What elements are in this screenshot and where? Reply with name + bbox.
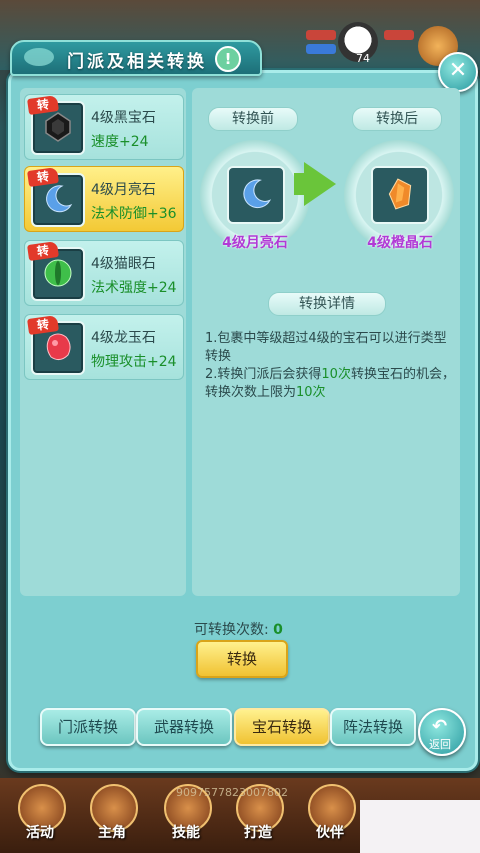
convert-count: 可转换次数: 0 <box>194 619 283 639</box>
close-button[interactable]: ✕ <box>438 52 478 92</box>
nav-label: 主角 <box>98 825 126 841</box>
convert-button[interactable]: 转换 <box>196 640 288 678</box>
hp-bar <box>306 30 336 40</box>
tab-sect-conversion[interactable]: 门派转换 <box>40 708 136 746</box>
nav-partner[interactable]: 伙伴 <box>300 778 360 853</box>
tab-formation-conversion[interactable]: 阵法转换 <box>330 708 416 746</box>
before-label: 转换前 <box>208 107 298 131</box>
nav-label: 活动 <box>26 825 54 841</box>
gem-attribute: 物理攻击+24 <box>91 354 177 370</box>
gem-name: 4级黑宝石 <box>91 110 156 126</box>
gem-attribute: 法术强度+24 <box>91 280 177 296</box>
nav-hero[interactable]: 主角 <box>82 778 142 853</box>
nav-label: 技能 <box>172 825 200 841</box>
user-id: 9097577823007802 <box>176 786 288 799</box>
gem-attribute: 速度+24 <box>91 134 149 150</box>
page-title: 门派及相关转换 <box>67 52 207 72</box>
pet-hp-bar <box>384 30 414 40</box>
mp-bar <box>306 44 336 54</box>
after-gem-slot[interactable] <box>371 166 429 224</box>
detail-line-1: 1.包裹中等级超过4级的宝石可以进行类型转换 <box>205 331 447 364</box>
details-title: 转换详情 <box>268 292 386 316</box>
orange-crystal-icon <box>388 178 412 210</box>
convert-count-label: 可转换次数: <box>194 622 269 638</box>
moon-stone-icon <box>243 179 272 209</box>
convert-count-value: 0 <box>273 622 283 638</box>
gem-list: 转 4级黑宝石 速度+24 转 4级月亮石 法术防御+36 转 4级猫眼石 法术… <box>20 88 186 596</box>
gem-name: 4级猫眼石 <box>91 256 156 272</box>
back-label: 返回 <box>429 738 451 751</box>
before-gem-slot[interactable] <box>227 166 285 224</box>
gem-name: 4级龙玉石 <box>91 330 156 346</box>
before-gem-name: 4级月亮石 <box>222 235 288 251</box>
gem-list-item-moon[interactable]: 转 4级月亮石 法术防御+36 <box>24 166 184 232</box>
gem-name: 4级月亮石 <box>91 182 156 198</box>
back-arrow-icon: ↶ <box>432 716 448 737</box>
corner-overlay <box>360 800 480 853</box>
gem-list-item-cat-eye[interactable]: 转 4级猫眼石 法术强度+24 <box>24 240 184 306</box>
cloud-ornament-icon <box>24 48 54 66</box>
back-button[interactable]: ↶ 返回 <box>418 708 466 756</box>
arrow-right-icon <box>304 162 336 206</box>
gem-list-item-black[interactable]: 转 4级黑宝石 速度+24 <box>24 94 184 160</box>
tab-weapon-conversion[interactable]: 武器转换 <box>136 708 232 746</box>
details-text: 1.包裹中等级超过4级的宝石可以进行类型转换 2.转换门派后会获得10次转换宝石… <box>205 330 455 402</box>
level-text: 74 <box>356 52 370 65</box>
after-label: 转换后 <box>352 107 442 131</box>
gem-list-item-dragon-jade[interactable]: 转 4级龙玉石 物理攻击+24 <box>24 314 184 380</box>
tab-gem-conversion[interactable]: 宝石转换 <box>234 708 330 746</box>
nav-label: 打造 <box>244 825 272 841</box>
nav-label: 伙伴 <box>316 825 344 841</box>
gem-attribute: 法术防御+36 <box>91 206 177 222</box>
detail-line-2: 2.转换门派后会获得10次转换宝石的机会，转换次数上限为10次 <box>205 367 455 400</box>
after-gem-name: 4级橙晶石 <box>367 235 433 251</box>
info-icon[interactable]: ! <box>215 46 241 72</box>
title-banner: 门派及相关转换 ! <box>10 40 262 76</box>
nav-activity[interactable]: 活动 <box>10 778 70 853</box>
